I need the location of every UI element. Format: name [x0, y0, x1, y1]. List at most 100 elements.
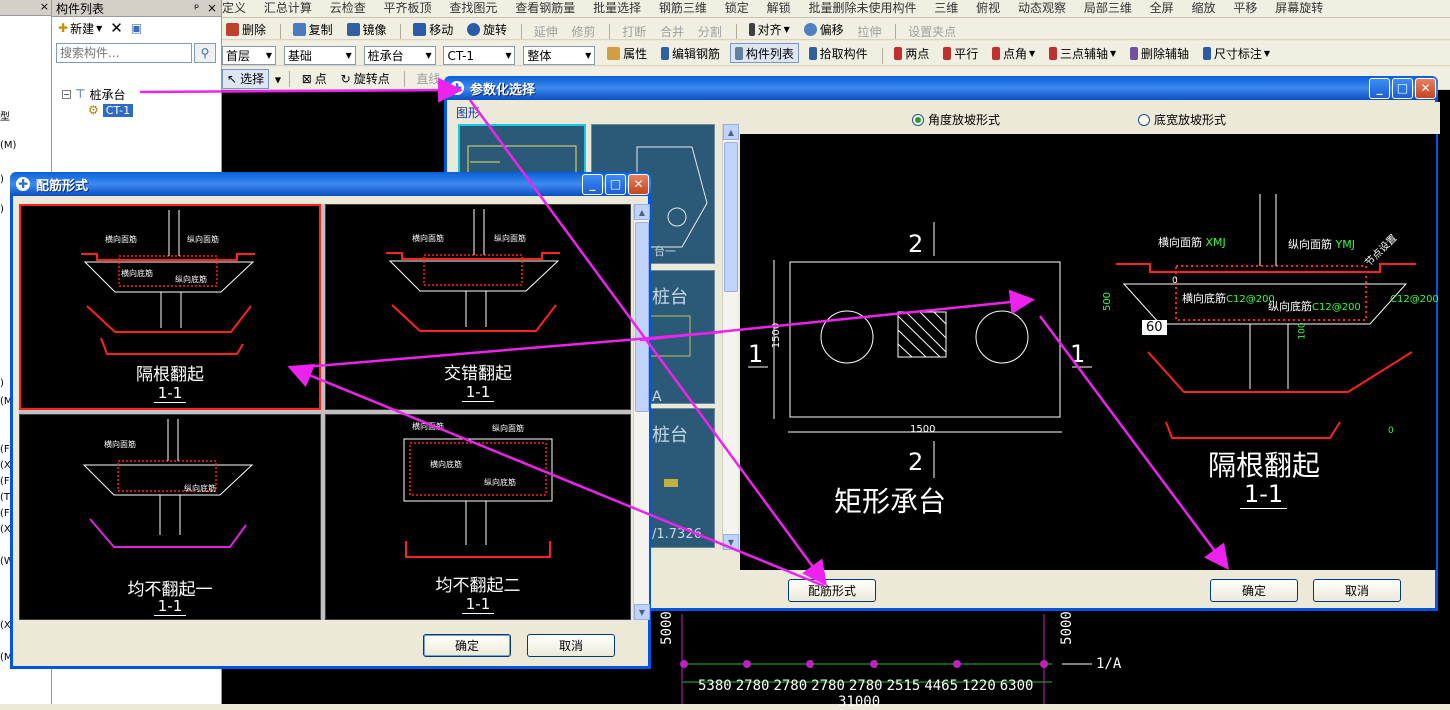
- minimize-button[interactable]: _: [582, 173, 603, 195]
- toolbar-item[interactable]: 汇总计算: [264, 0, 312, 16]
- attributes-button[interactable]: 属性: [603, 43, 651, 63]
- stretch-button[interactable]: 拉伸: [853, 21, 885, 39]
- select-value: 基础: [287, 48, 312, 63]
- toolbar-item[interactable]: 三维: [934, 0, 958, 16]
- toolbar-item[interactable]: 平移: [1233, 0, 1257, 16]
- scroll-up-icon[interactable]: ▲: [723, 124, 739, 140]
- dropdown-arrow-icon[interactable]: ▼: [275, 76, 281, 85]
- close-button[interactable]: ✕: [1415, 77, 1436, 99]
- toolbar-item[interactable]: 缩放: [1192, 0, 1216, 16]
- scroll-down-icon[interactable]: ▼: [634, 604, 650, 620]
- toolbar-item[interactable]: 批量删除未使用构件: [808, 0, 916, 16]
- merge-button[interactable]: 合并: [656, 21, 688, 39]
- search-input[interactable]: [56, 43, 192, 63]
- toolbar-item[interactable]: 查找图元: [449, 0, 497, 16]
- rotate-point-button[interactable]: ↻ 旋转点: [337, 69, 394, 89]
- radio-width[interactable]: 底宽放坡形式: [1138, 111, 1226, 128]
- tree-item-ct1[interactable]: ⚙ CT-1: [88, 102, 134, 118]
- move-button[interactable]: 移动: [409, 19, 457, 39]
- rotate-button[interactable]: 旋转: [463, 19, 511, 39]
- cancel-button[interactable]: 取消: [527, 634, 615, 657]
- close-button[interactable]: ✕: [628, 173, 649, 195]
- split-button[interactable]: 分割: [694, 21, 726, 39]
- extend-button[interactable]: 延伸: [530, 21, 562, 39]
- toolbar-item[interactable]: 动态观察: [1018, 0, 1066, 16]
- select-value: 首层: [226, 48, 251, 63]
- toolbar-item[interactable]: 钢筋三维: [659, 0, 707, 16]
- ok-button[interactable]: 确定: [1210, 579, 1298, 602]
- floor-select[interactable]: 首层 ▼: [222, 45, 276, 65]
- scroll-thumb[interactable]: [724, 142, 738, 292]
- minimize-button[interactable]: _: [1369, 77, 1390, 99]
- scroll-down-icon[interactable]: ▼: [723, 534, 739, 550]
- rebar-option-cell[interactable]: 横向面筋 纵向底筋 均不翻起一 1-1: [19, 414, 321, 620]
- two-points-button[interactable]: 两点: [890, 43, 933, 63]
- button-label: 平行: [954, 46, 979, 61]
- select-button[interactable]: ↖ 选择: [222, 68, 270, 89]
- option-sub-text: 1-1: [153, 384, 187, 403]
- delete-icon[interactable]: ✕: [110, 19, 123, 37]
- window-titlebar[interactable]: ✚ 配筋形式 _ □ ✕: [10, 172, 651, 196]
- rebar-grid-scrollbar[interactable]: ▲ ▼: [633, 204, 650, 620]
- scope-select[interactable]: 整体 ▼: [523, 45, 596, 65]
- toolbar-item[interactable]: 俯视: [976, 0, 1000, 16]
- pin-icon[interactable]: ᵖ: [194, 1, 199, 15]
- search-button[interactable]: ⚲: [194, 43, 216, 63]
- window-titlebar[interactable]: ✚ 参数化选择 _ □ ✕: [444, 76, 1438, 100]
- rebar-form-button[interactable]: 配筋形式: [788, 579, 876, 602]
- ok-button[interactable]: 确定: [423, 634, 511, 657]
- delete-aux-button[interactable]: 删除辅轴: [1126, 43, 1193, 63]
- toolbar-item[interactable]: 锁定: [725, 0, 749, 16]
- offset-button[interactable]: 偏移: [800, 19, 848, 39]
- component-select[interactable]: CT-1 ▼: [443, 46, 516, 65]
- rebar-option-cell[interactable]: 横向面筋 纵向面筋 横向底筋 纵向底筋 均不翻起二 1-1: [325, 414, 631, 620]
- toolbar-item[interactable]: 局部三维: [1084, 0, 1132, 16]
- component-list-button[interactable]: 构件列表: [729, 43, 799, 63]
- point-button[interactable]: ⊠ 点: [298, 69, 331, 89]
- section-mark: 2: [908, 230, 924, 258]
- set-grip-button[interactable]: 设置夹点: [904, 21, 960, 39]
- rebar-option-cell[interactable]: 横向面筋 纵向面筋 横向底筋 纵向底筋 隔根翻起 1-1: [19, 204, 321, 410]
- three-point-aux-button[interactable]: 三点辅轴 ▼: [1045, 43, 1120, 63]
- copy-icon[interactable]: ▣: [131, 21, 142, 35]
- category-select[interactable]: 基础 ▼: [283, 45, 356, 65]
- maximize-button[interactable]: □: [1392, 77, 1413, 99]
- dim-total: 31000: [838, 694, 881, 710]
- tree-item-pile-cap[interactable]: − ⊤ 桩承台: [62, 86, 133, 102]
- align-button[interactable]: 对齐 ▼: [745, 19, 794, 39]
- edit-rebar-button[interactable]: 编辑钢筋: [657, 43, 724, 63]
- mirror-button[interactable]: 镜像: [343, 19, 391, 39]
- rebar-option-cell[interactable]: 横向面筋 纵向面筋 交错翻起 1-1: [325, 204, 631, 410]
- toolbar-item[interactable]: 定义: [222, 0, 246, 16]
- toolbar-item[interactable]: 全屏: [1150, 0, 1174, 16]
- cancel-button[interactable]: 取消: [1313, 579, 1401, 602]
- maximize-button[interactable]: □: [605, 173, 626, 195]
- point-angle-button[interactable]: 点角 ▼: [988, 43, 1039, 63]
- toolbar-item[interactable]: 批量选择: [593, 0, 641, 16]
- toolbar-item[interactable]: 云检查: [330, 0, 366, 16]
- button-label: 删除辅轴: [1141, 46, 1190, 61]
- shape-list-scrollbar[interactable]: ▲ ▼: [722, 124, 739, 550]
- dropdown-arrow-icon: ▼: [1110, 48, 1117, 58]
- new-button[interactable]: ✚ 新建 ▼: [58, 20, 102, 37]
- toolbar-item[interactable]: 解锁: [767, 0, 791, 16]
- collapse-icon[interactable]: −: [62, 89, 71, 99]
- break-button[interactable]: 打断: [618, 21, 650, 39]
- scroll-up-icon[interactable]: ▲: [634, 204, 650, 220]
- pick-component-button[interactable]: 拾取构件: [805, 43, 872, 63]
- toolbar-item[interactable]: 查看钢筋量: [515, 0, 575, 16]
- type-select[interactable]: 桩承台 ▼: [363, 45, 436, 65]
- line-button[interactable]: 直线: [412, 68, 444, 88]
- parallel-button[interactable]: 平行: [939, 43, 982, 63]
- scroll-thumb[interactable]: [635, 222, 649, 412]
- trim-button[interactable]: 修剪: [568, 21, 600, 39]
- radio-angle[interactable]: 角度放坡形式: [912, 111, 1000, 128]
- delete-button[interactable]: 删除: [222, 19, 270, 39]
- close-icon[interactable]: ×: [207, 1, 217, 15]
- close-icon[interactable]: ×: [40, 0, 49, 13]
- toolbar-item[interactable]: 屏幕旋转: [1275, 0, 1323, 16]
- dimension-button[interactable]: 尺寸标注 ▼: [1199, 43, 1274, 63]
- copy-button[interactable]: 复制: [289, 19, 337, 39]
- toolbar-item[interactable]: 平齐板顶: [384, 0, 432, 16]
- rebar-label: 纵向底筋: [484, 478, 516, 487]
